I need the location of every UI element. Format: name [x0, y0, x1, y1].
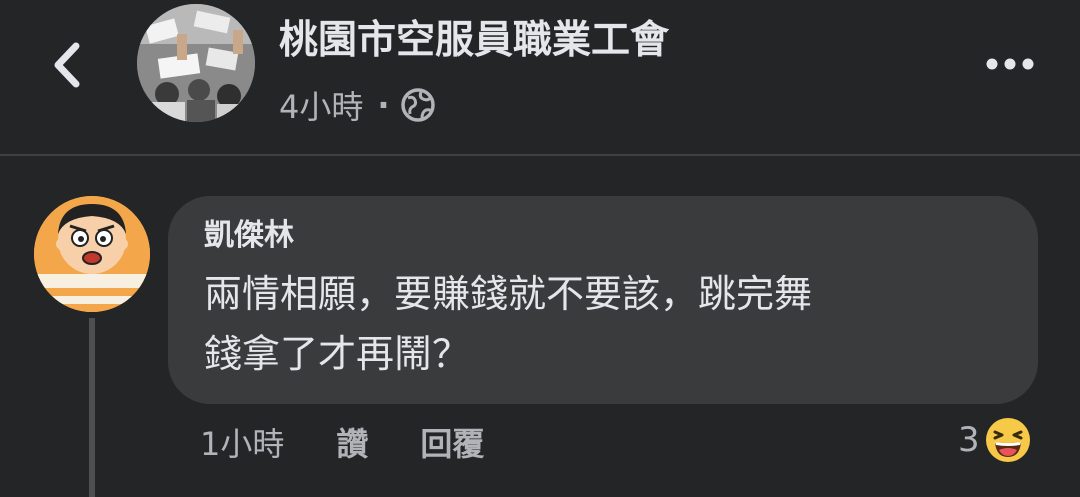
- protest-crowd-photo: [137, 4, 255, 122]
- commenter-avatar[interactable]: [34, 196, 150, 312]
- chevron-left-icon: [54, 42, 80, 88]
- post-header: 桃園市空服員職業工會 4小時 ·: [0, 0, 1080, 154]
- comment-actions: 1小時 讚 回覆: [200, 416, 484, 468]
- comment-text-line: 兩情相願，要賺錢就不要該，跳完舞: [204, 272, 813, 316]
- more-options-button[interactable]: [978, 46, 1042, 82]
- globe-icon[interactable]: [400, 87, 436, 123]
- haha-emoji-icon: [985, 418, 1030, 462]
- header-divider: [0, 154, 1080, 156]
- more-dots-icon: [986, 58, 1034, 70]
- reply-button[interactable]: 回覆: [420, 419, 484, 465]
- comment-text: 兩情相願，要賺錢就不要該，跳完舞 錢拿了才再鬧？: [204, 264, 1024, 384]
- post-meta: 4小時 ·: [279, 82, 436, 128]
- page-avatar[interactable]: [137, 4, 255, 122]
- commenter-name[interactable]: 凱傑林: [204, 216, 294, 256]
- reaction-summary[interactable]: 3: [958, 414, 1032, 466]
- post-timestamp[interactable]: 4小時: [279, 82, 363, 128]
- comment-timestamp[interactable]: 1小時: [200, 419, 284, 465]
- comment-text-line: 錢拿了才再鬧？: [204, 332, 471, 376]
- like-button[interactable]: 讚: [336, 419, 368, 465]
- back-button[interactable]: [40, 38, 94, 92]
- meta-separator: ·: [377, 86, 390, 124]
- reply-thread-line: [89, 318, 95, 497]
- cartoon-face-avatar: [34, 196, 150, 312]
- reaction-count: 3: [958, 420, 980, 460]
- page-name[interactable]: 桃園市空服員職業工會: [279, 14, 669, 68]
